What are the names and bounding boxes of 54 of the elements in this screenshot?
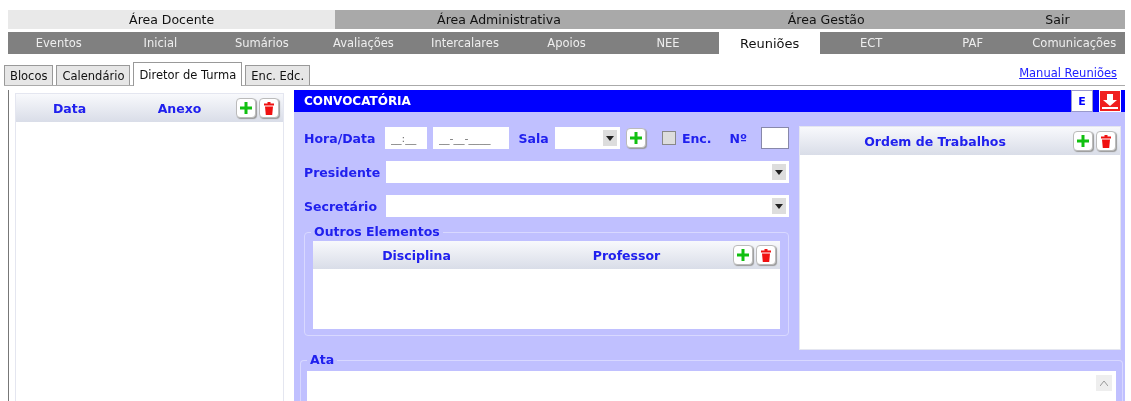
group-title: Ata: [307, 352, 338, 367]
caret-icon: [606, 135, 615, 141]
plus-icon: [737, 249, 749, 261]
add-button[interactable]: [236, 98, 256, 118]
download-button[interactable]: [1099, 90, 1121, 112]
plus-icon: [240, 102, 252, 114]
column-header: Professor: [591, 247, 662, 263]
field-label: Nº: [729, 130, 747, 146]
add-button[interactable]: [1073, 131, 1093, 151]
sub-tab[interactable]: Blocos: [4, 65, 54, 85]
column-header: Anexo: [156, 100, 203, 116]
add-button[interactable]: [626, 128, 647, 148]
add-button[interactable]: [733, 245, 753, 265]
sub-tab[interactable]: Enc. Edc.: [245, 65, 311, 85]
field-label: Secretário: [304, 198, 378, 214]
area-tab[interactable]: Área Administrativa: [335, 10, 663, 29]
scroll-up-icon: [1100, 380, 1108, 386]
room-select[interactable]: [554, 127, 621, 149]
field-label: Sala: [518, 130, 549, 146]
plus-icon: [1077, 135, 1089, 147]
e-button[interactable]: E: [1071, 90, 1093, 112]
trash-icon: [1101, 134, 1111, 148]
date-field[interactable]: __-__-____: [432, 127, 509, 149]
trash-icon: [264, 101, 274, 115]
number-field[interactable]: [761, 127, 789, 149]
group-title: Outros Elementos: [311, 224, 443, 239]
plus-icon: [630, 132, 643, 144]
area-tab[interactable]: Área Docente: [8, 10, 336, 29]
area-tab[interactable]: Sair: [989, 10, 1125, 29]
column-header: Data: [51, 100, 88, 116]
area-tab[interactable]: Área Gestão: [662, 10, 990, 29]
sub-tab[interactable]: Calendário: [56, 65, 131, 85]
column-header: Ordem de Trabalhos: [863, 133, 1007, 149]
caret-icon: [775, 169, 783, 175]
field-label: Presidente: [304, 164, 380, 180]
delete-button[interactable]: [756, 245, 776, 265]
manual-link[interactable]: Manual Reuniões: [1019, 66, 1117, 80]
secretary-select[interactable]: [386, 195, 789, 217]
nav-tab[interactable]: Reuniões: [718, 32, 821, 54]
delete-button[interactable]: [259, 98, 279, 118]
column-header: Disciplina: [381, 247, 452, 263]
checkbox-label: Enc.: [681, 130, 712, 146]
delete-button[interactable]: [1096, 131, 1116, 151]
president-select[interactable]: [386, 161, 789, 183]
section-title: CONVOCATÓRIA: [304, 94, 411, 108]
download-icon: [1099, 90, 1121, 112]
trash-icon: [761, 248, 771, 262]
checkbox[interactable]: [662, 131, 676, 145]
nav-tab[interactable]: Inicial: [109, 32, 212, 54]
field-label: Hora/Data: [304, 130, 377, 146]
nav-tab[interactable]: Intercalares: [414, 32, 516, 54]
caret-icon: [775, 203, 783, 209]
sub-tab[interactable]: Diretor de Turma: [133, 62, 243, 86]
time-field[interactable]: __:__: [384, 127, 427, 149]
